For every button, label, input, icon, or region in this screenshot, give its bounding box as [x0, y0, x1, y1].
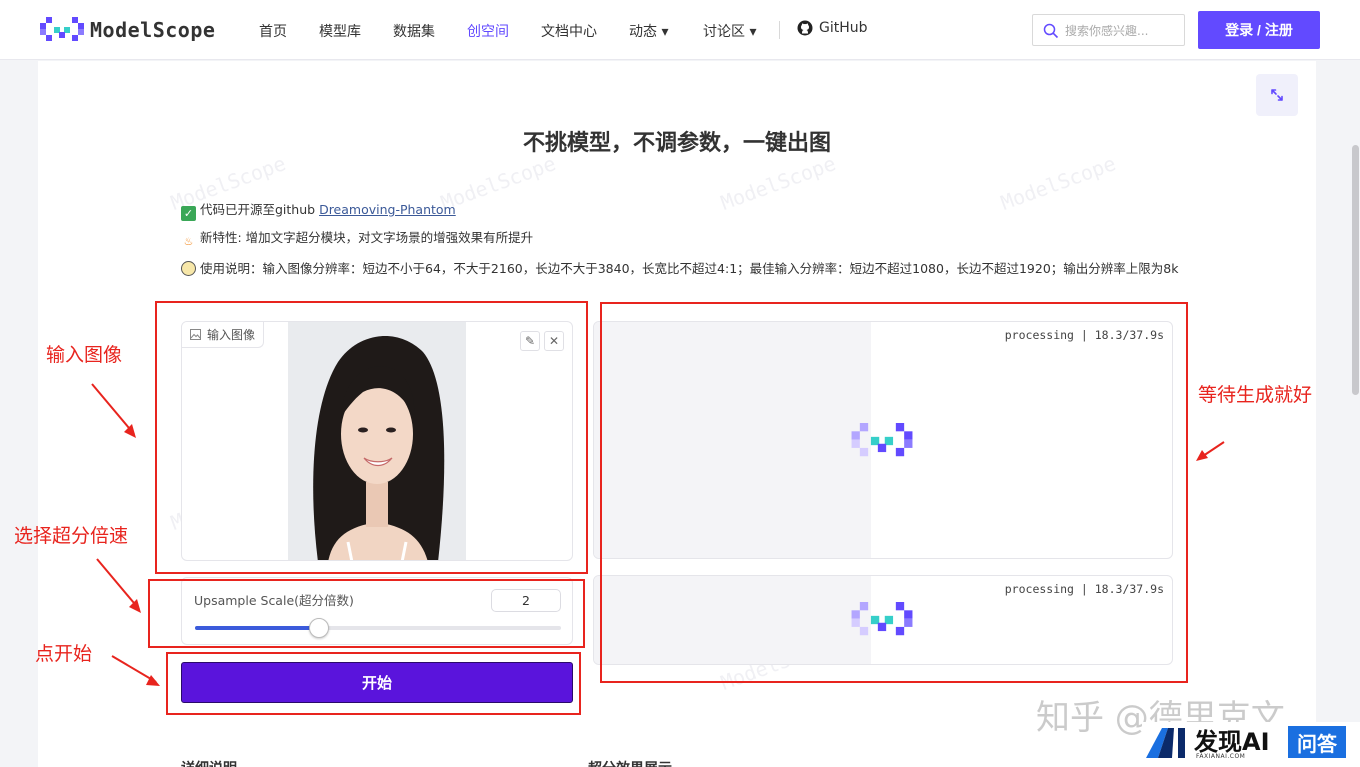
- nav-studios[interactable]: 创空间: [467, 21, 509, 41]
- nav-home[interactable]: 首页: [259, 21, 287, 41]
- image-actions: ✎ ✕: [520, 331, 564, 351]
- clock-icon: [181, 261, 196, 276]
- search-icon: [1043, 23, 1059, 39]
- annotation-box-output: [600, 302, 1188, 683]
- input-image-tag: 输入图像: [182, 322, 265, 348]
- watermark: ModelScope: [997, 151, 1119, 215]
- nav-models[interactable]: 模型库: [319, 21, 361, 41]
- input-image-label: 输入图像: [207, 328, 256, 342]
- info-usage-text: 使用说明：输入图像分辨率：短边不小于64，不大于2160，长边不大于3840，长…: [200, 261, 1179, 276]
- nav-github[interactable]: GitHub: [797, 20, 868, 36]
- login-register-button[interactable]: 登录 / 注册: [1198, 11, 1320, 49]
- annotation-arrow: [96, 558, 141, 613]
- fullscreen-button[interactable]: [1256, 74, 1298, 116]
- nav-datasets[interactable]: 数据集: [393, 21, 435, 41]
- annotation-label-wait: 等待生成就好: [1198, 384, 1313, 406]
- annotation-arrow: [1196, 441, 1225, 461]
- check-icon: ✓: [181, 206, 196, 221]
- faxian-subtitle: FAXIANAI.COM: [1196, 753, 1246, 760]
- image-icon: [190, 329, 201, 340]
- annotation-arrow: [111, 655, 160, 686]
- modelscope-logo-icon: [40, 17, 84, 41]
- github-icon: [797, 20, 813, 36]
- expand-icon: [1271, 89, 1283, 101]
- top-navbar: ModelScope 首页 模型库 数据集 创空间 文档中心 动态 ▾ 讨论区 …: [0, 0, 1360, 60]
- qa-badge: 问答: [1288, 726, 1346, 758]
- pencil-icon: ✎: [524, 334, 536, 348]
- remove-image-button[interactable]: ✕: [544, 331, 564, 351]
- fire-icon: ♨: [183, 235, 194, 248]
- annotation-label-scale: 选择超分倍速: [14, 525, 129, 547]
- info-new-feature: ♨ 新特性: 增加文字超分模块，对文字场景的增强效果有所提升: [181, 227, 534, 249]
- info-usage: 使用说明：输入图像分辨率：短边不小于64，不大于2160，长边不大于3840，长…: [181, 257, 1201, 280]
- section-heading-details: 详细说明: [181, 758, 237, 767]
- modelscope-logo[interactable]: ModelScope: [40, 16, 215, 44]
- annotation-box-start: [166, 652, 581, 715]
- annotation-label-input: 输入图像: [46, 344, 123, 366]
- section-heading-showcase: 超分效果展示: [588, 758, 672, 767]
- nav-news-dropdown[interactable]: 动态 ▾: [629, 21, 668, 41]
- edit-image-button[interactable]: ✎: [520, 331, 540, 351]
- nav-divider: [779, 21, 780, 39]
- info-open-source: ✓ 代码已开源至github Dreamoving-Phantom: [181, 199, 456, 221]
- page-headline: 不挑模型，不调参数，一键出图: [522, 131, 831, 156]
- info-open-source-text: 代码已开源至github: [200, 202, 320, 217]
- annotation-arrow: [91, 383, 136, 438]
- annotation-box-scale: [148, 579, 585, 648]
- faxian-title: 发现AI: [1194, 728, 1270, 756]
- search-box[interactable]: [1032, 14, 1185, 46]
- annotation-label-start: 点开始: [35, 643, 93, 665]
- watermark: ModelScope: [717, 151, 839, 215]
- info-new-feature-text: 新特性: 增加文字超分模块，对文字场景的增强效果有所提升: [200, 230, 534, 245]
- faxian-logo-icon: [1146, 728, 1185, 758]
- faxian-ai-badge: 发现AI FAXIANAI.COM 问答: [1142, 722, 1360, 767]
- github-repo-link[interactable]: Dreamoving-Phantom: [319, 202, 456, 217]
- page-scrollbar[interactable]: [1352, 145, 1359, 395]
- logo-text: ModelScope: [90, 18, 216, 42]
- nav-docs[interactable]: 文档中心: [541, 21, 597, 41]
- search-input[interactable]: [1065, 21, 1179, 41]
- nav-github-label: GitHub: [819, 20, 868, 36]
- close-icon: ✕: [548, 334, 560, 348]
- nav-forum-dropdown[interactable]: 讨论区 ▾: [703, 21, 756, 41]
